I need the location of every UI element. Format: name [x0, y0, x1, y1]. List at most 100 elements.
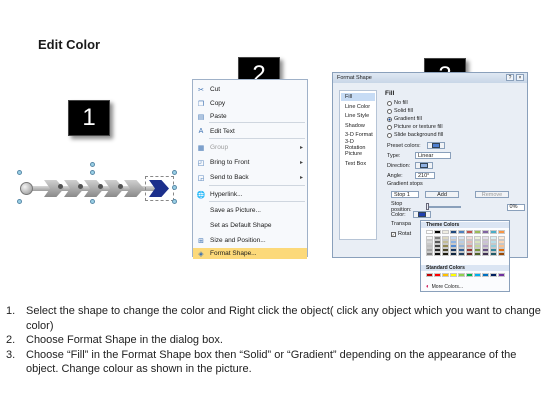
- fill-option-radio[interactable]: [387, 100, 392, 106]
- rotate-checkbox[interactable]: ✓: [391, 231, 396, 237]
- fill-option-radio[interactable]: [387, 132, 392, 138]
- menu-item-copy[interactable]: ❐ Copy: [193, 98, 307, 109]
- standard-colors-label: Standard Colors: [421, 265, 509, 271]
- color-swatch-icon: [418, 212, 426, 217]
- chain-dot: [98, 184, 103, 189]
- start-circle: [20, 182, 33, 195]
- nav-item-picture[interactable]: Picture: [341, 150, 375, 158]
- standard-color-swatch[interactable]: [434, 273, 441, 277]
- theme-color-swatch[interactable]: [498, 230, 505, 234]
- menu-separator: [209, 201, 305, 202]
- fill-option[interactable]: Gradient fill: [387, 116, 422, 122]
- menu-item-send-to-back[interactable]: ◲ Send to Back ▸: [193, 172, 307, 183]
- fill-option-radio[interactable]: [387, 108, 392, 114]
- menu-item-edit-text[interactable]: A Edit Text: [193, 126, 307, 137]
- menu-separator: [209, 122, 305, 123]
- standard-color-swatch[interactable]: [426, 273, 433, 277]
- resize-handle[interactable]: [172, 170, 177, 175]
- standard-color-swatch[interactable]: [450, 273, 457, 277]
- direction-dropdown[interactable]: [415, 162, 433, 169]
- standard-color-swatch[interactable]: [442, 273, 449, 277]
- theme-shade-swatch[interactable]: [458, 252, 465, 256]
- fill-option-label: Gradient fill: [394, 116, 422, 122]
- slider-thumb[interactable]: [426, 203, 430, 210]
- theme-color-swatch[interactable]: [474, 230, 481, 234]
- hyperlink-icon: 🌐: [196, 191, 206, 199]
- standard-color-swatch[interactable]: [490, 273, 497, 277]
- stop-position-slider[interactable]: [426, 203, 461, 210]
- menu-item-format-shape[interactable]: ◈ Format Shape...: [193, 248, 307, 259]
- theme-color-swatch[interactable]: [482, 230, 489, 234]
- color-palette: Theme Colors Standard Colors ◐ More Colo…: [420, 220, 510, 292]
- type-select[interactable]: Linear: [415, 152, 451, 159]
- nav-item-shadow[interactable]: Shadow: [341, 122, 375, 130]
- rotation-handle[interactable]: [90, 162, 95, 167]
- stop-select[interactable]: Stop 1: [391, 191, 419, 198]
- theme-color-swatch[interactable]: [434, 230, 441, 234]
- preset-colors-dropdown[interactable]: [426, 142, 445, 149]
- fill-option-radio[interactable]: [387, 116, 392, 122]
- theme-shade-swatch[interactable]: [442, 252, 449, 256]
- standard-color-swatch[interactable]: [458, 273, 465, 277]
- nav-item-3-d-rotation[interactable]: 3-D Rotation: [341, 139, 375, 151]
- theme-shade-swatch[interactable]: [474, 252, 481, 256]
- menu-item-save-as-picture[interactable]: Save as Picture...: [193, 205, 307, 216]
- theme-shade-swatch[interactable]: [498, 252, 505, 256]
- standard-color-swatch[interactable]: [482, 273, 489, 277]
- menu-item-group[interactable]: ▦ Group ▸: [193, 142, 307, 153]
- direction-label: Direction:: [387, 162, 411, 169]
- color-dropdown[interactable]: [413, 211, 431, 218]
- fill-option[interactable]: Slide background fill: [387, 132, 443, 138]
- format-shape-icon: ◈: [198, 250, 204, 258]
- resize-handle[interactable]: [90, 170, 95, 175]
- fill-option-radio[interactable]: [387, 124, 392, 130]
- menu-item-bring-to-front[interactable]: ◰ Bring to Front ▸: [193, 157, 307, 168]
- nav-item-fill[interactable]: Fill: [341, 93, 375, 101]
- theme-shade-swatch[interactable]: [482, 252, 489, 256]
- standard-color-swatch[interactable]: [466, 273, 473, 277]
- add-stop-button[interactable]: Add: [425, 191, 459, 198]
- theme-color-swatch[interactable]: [458, 230, 465, 234]
- resize-handle[interactable]: [172, 185, 177, 190]
- theme-shade-swatch[interactable]: [434, 252, 441, 256]
- angle-input[interactable]: 210°: [415, 172, 435, 179]
- close-button[interactable]: ×: [516, 74, 524, 81]
- theme-shade-swatch[interactable]: [450, 252, 457, 256]
- theme-color-swatch[interactable]: [450, 230, 457, 234]
- help-button[interactable]: ?: [506, 74, 514, 81]
- menu-item-paste[interactable]: ▤ Paste: [193, 111, 307, 122]
- theme-color-swatch[interactable]: [442, 230, 449, 234]
- resize-handle[interactable]: [17, 170, 22, 175]
- remove-stop-button[interactable]: Remove: [475, 191, 509, 198]
- nav-item-line-style[interactable]: Line Style: [341, 112, 375, 120]
- theme-color-swatch[interactable]: [490, 230, 497, 234]
- theme-shade-swatch[interactable]: [466, 252, 473, 256]
- nav-item-line-color[interactable]: Line Color: [341, 103, 375, 111]
- fill-option[interactable]: Solid fill: [387, 108, 413, 114]
- theme-color-swatch[interactable]: [466, 230, 473, 234]
- resize-handle[interactable]: [90, 199, 95, 204]
- stop-position-input[interactable]: 0%: [506, 203, 525, 211]
- theme-shade-swatch[interactable]: [426, 252, 433, 256]
- resize-handle[interactable]: [17, 199, 22, 204]
- menu-item-size-and-position[interactable]: ⊞ Size and Position...: [193, 235, 307, 246]
- instruction-step: 2. Choose Format Shape in the dialog box.: [6, 333, 551, 348]
- standard-color-swatch[interactable]: [474, 273, 481, 277]
- standard-color-swatch[interactable]: [498, 273, 505, 277]
- submenu-arrow-icon: ▸: [299, 175, 303, 181]
- more-colors-link[interactable]: More Colors...: [432, 284, 463, 290]
- nav-item-text-box[interactable]: Text Box: [341, 160, 375, 168]
- page-title: Edit Color: [38, 37, 101, 52]
- fill-option-label: No fill: [394, 100, 408, 106]
- fill-option[interactable]: No fill: [387, 100, 408, 106]
- menu-item-label: Format Shape...: [210, 250, 257, 257]
- theme-shade-swatch[interactable]: [490, 252, 497, 256]
- group-icon: ▦: [197, 144, 205, 152]
- fill-option[interactable]: Picture or texture fill: [387, 124, 443, 130]
- menu-item-set-as-default-shape[interactable]: Set as Default Shape: [193, 220, 307, 231]
- theme-color-swatch[interactable]: [426, 230, 433, 234]
- resize-handle[interactable]: [172, 199, 177, 204]
- arrow-chain-shape[interactable]: [12, 162, 182, 208]
- menu-item-hyperlink[interactable]: 🌐 Hyperlink...: [193, 189, 307, 200]
- menu-item-cut[interactable]: ✂ Cut: [193, 84, 307, 95]
